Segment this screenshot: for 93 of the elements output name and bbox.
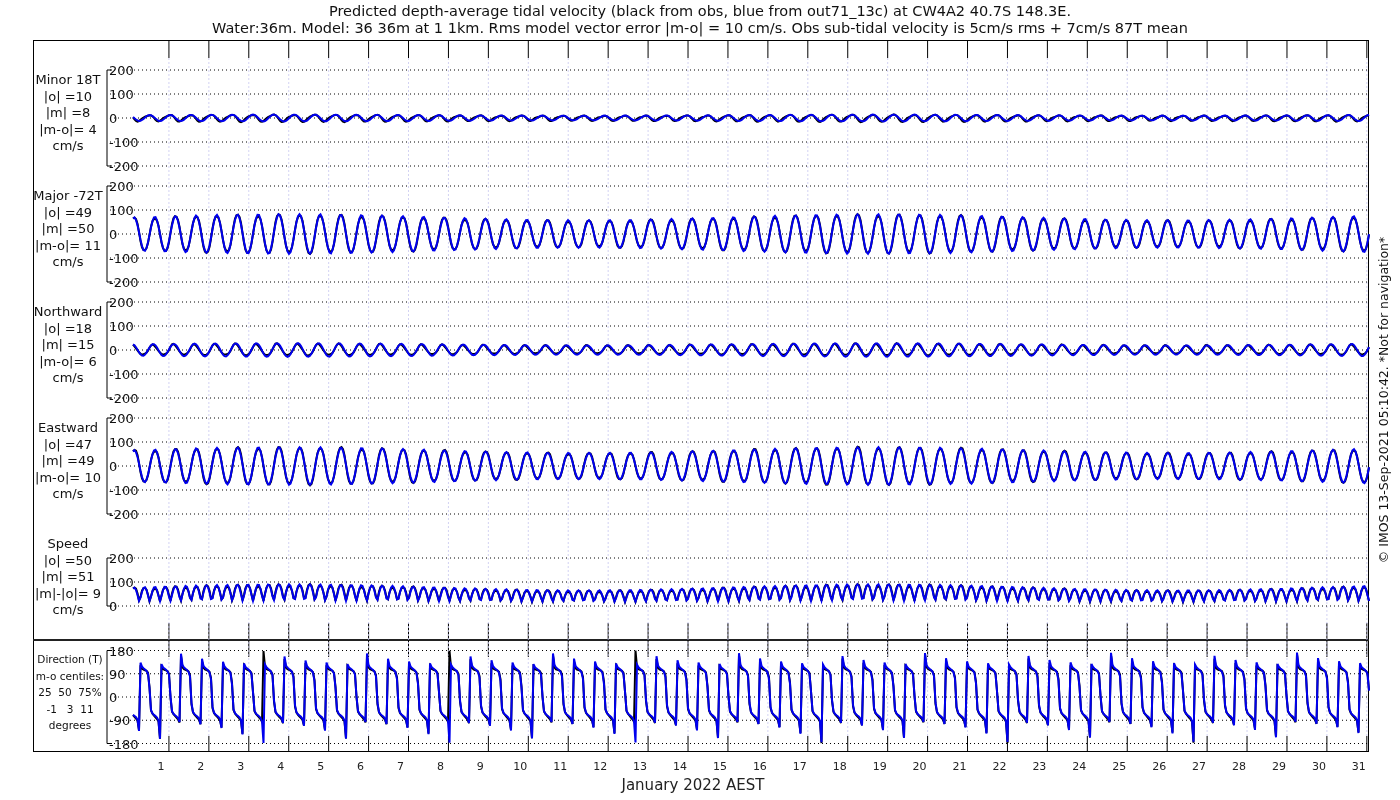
y-tick-label: 100 <box>109 87 134 102</box>
y-tick-label: 0 <box>109 459 118 474</box>
y-tick-label: 90 <box>109 666 126 682</box>
x-tick-label: 19 <box>872 760 887 773</box>
panel-stat-label: Speed <box>47 536 89 551</box>
panel-stat-label: |m| =51 <box>41 569 95 584</box>
panel-stat-label: |m| =8 <box>45 105 91 120</box>
panel-stat-label: |m-o|= 10 <box>35 469 101 485</box>
x-tick-label: 22 <box>992 760 1007 773</box>
y-tick-label: 0 <box>109 111 118 126</box>
x-tick-label: 17 <box>792 760 807 773</box>
figure-title: Water:36m. Model: 36 36m at 1 1km. Rms model vector error |m-o| = 10 cm/s. Obs sub-tidal velocity is 5cm/s rms + 7cm/s 87T mean <box>212 20 1188 36</box>
x-tick-label: 11 <box>553 760 568 773</box>
figure-title: Predicted depth-average tidal velocity (black from obs, blue from out71_13c) at CW4A2 40.7S 148.3E. <box>328 3 1072 19</box>
y-tick-label: -100 <box>109 483 139 498</box>
panel-stat-label: |m| =50 <box>41 221 95 236</box>
x-tick-label: 6 <box>357 760 365 773</box>
x-tick-label: 27 <box>1192 760 1207 773</box>
y-tick-label: -100 <box>109 135 139 150</box>
x-tick-label: 20 <box>912 760 927 773</box>
panel-stat-label: Northward <box>33 304 103 319</box>
x-axis-title: January 2022 AEST <box>621 776 765 794</box>
y-tick-label: -100 <box>109 367 139 382</box>
panel-stat-label: |o| =10 <box>43 88 93 104</box>
panel-stat-label: |m-o|= 4 <box>39 121 97 137</box>
x-tick-label: 4 <box>277 760 285 773</box>
panel-stat-label: Minor 18T <box>35 72 101 87</box>
y-tick-label: -200 <box>109 391 139 406</box>
x-tick-label: 15 <box>712 760 727 773</box>
y-tick-label: 0 <box>109 343 118 358</box>
y-tick-label: -200 <box>109 507 139 522</box>
x-tick-label: 14 <box>673 760 687 773</box>
y-tick-label: -180 <box>109 736 139 752</box>
x-tick-label: 26 <box>1152 760 1167 773</box>
x-tick-label: 16 <box>752 760 767 773</box>
x-tick-label: 2 <box>197 760 205 773</box>
x-tick-label: 18 <box>832 760 847 773</box>
panel-stat-label: |m|-|o|= 9 <box>34 585 102 601</box>
y-tick-label: 180 <box>109 643 134 659</box>
x-tick-label: 1 <box>157 760 165 773</box>
x-tick-label: 28 <box>1232 760 1247 773</box>
x-tick-label: 13 <box>633 760 648 773</box>
panel-stat-label: 25 50 75% <box>38 686 102 698</box>
x-tick-label: 5 <box>317 760 325 773</box>
panel-stat-label: |m| =49 <box>41 453 95 468</box>
y-tick-label: -90 <box>109 713 131 729</box>
y-tick-label: 200 <box>109 411 134 426</box>
panel-stat-label: Major -72T <box>33 188 103 203</box>
panel-stat-label: |m-o|= 11 <box>35 237 101 253</box>
x-tick-label: 31 <box>1351 760 1366 773</box>
y-tick-label: 0 <box>109 690 118 705</box>
panel-stat-label: |o| =50 <box>43 552 93 568</box>
x-tick-label: 7 <box>397 760 404 773</box>
y-tick-label: -200 <box>109 275 139 290</box>
x-tick-label: 12 <box>593 760 608 773</box>
panel-stat-label: |m-o|= 6 <box>39 353 97 369</box>
y-tick-label: 0 <box>109 227 118 242</box>
panel-stat-label: |o| =49 <box>43 204 93 220</box>
x-tick-label: 24 <box>1072 760 1087 773</box>
x-tick-label: 9 <box>476 760 484 773</box>
panel-stat-label: m-o centiles: <box>35 669 105 682</box>
x-tick-label: 29 <box>1271 760 1286 773</box>
y-tick-label: -200 <box>109 159 139 174</box>
panel-stat-label: |o| =18 <box>43 320 93 336</box>
y-tick-label: 200 <box>109 295 134 310</box>
panel-stat-label: degrees <box>48 719 92 731</box>
y-tick-label: 200 <box>109 551 134 566</box>
x-tick-label: 3 <box>237 760 245 773</box>
x-tick-label: 10 <box>513 760 528 773</box>
y-tick-label: 100 <box>109 435 134 450</box>
y-tick-label: 200 <box>109 63 134 78</box>
panel-stat-label: Direction (T) <box>37 653 103 665</box>
x-tick-label: 23 <box>1032 760 1047 773</box>
x-tick-label: 25 <box>1112 760 1127 773</box>
x-tick-label: 21 <box>952 760 967 773</box>
panel-stat-label: cm/s <box>52 602 84 617</box>
y-tick-label: 100 <box>109 203 134 218</box>
y-tick-label: -100 <box>109 251 139 266</box>
panel-stat-label: cm/s <box>52 254 84 269</box>
panel-stat-label: Eastward <box>38 420 98 435</box>
panel-stat-label: cm/s <box>52 138 84 153</box>
y-tick-label: 200 <box>109 179 134 194</box>
x-tick-label: 30 <box>1311 760 1326 773</box>
y-tick-label: 0 <box>109 599 118 614</box>
panel-stat-label: cm/s <box>52 370 84 385</box>
y-tick-label: 100 <box>109 319 134 334</box>
panel-stat-label: |o| =47 <box>43 436 93 452</box>
x-tick-label: 8 <box>436 760 444 773</box>
panel-stat-label: cm/s <box>52 486 84 501</box>
copyright-note: © IMOS 13-Sep-2021 05:10:42. *Not for navigation* <box>1376 236 1391 564</box>
y-tick-label: 100 <box>109 575 134 590</box>
panel-stat-label: -1 3 11 <box>46 702 94 715</box>
panel-stat-label: |m| =15 <box>41 337 95 352</box>
